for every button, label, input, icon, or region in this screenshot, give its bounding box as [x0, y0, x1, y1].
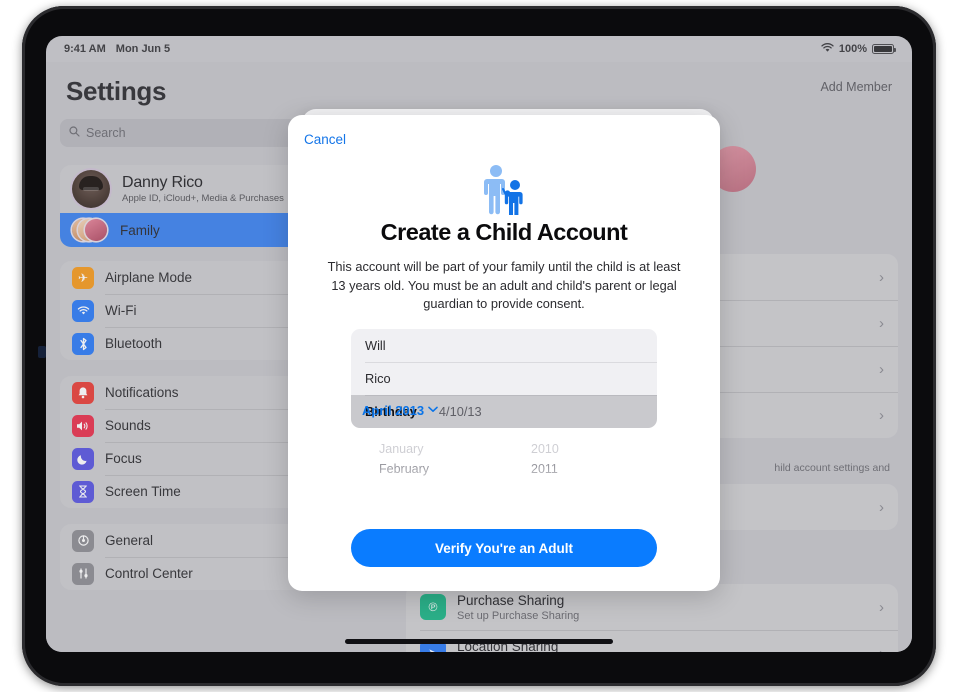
status-bar-right: 100%	[821, 42, 896, 56]
chevron-right-icon: ›	[879, 360, 884, 378]
first-name-field[interactable]: Will	[351, 329, 657, 362]
home-indicator	[345, 639, 613, 644]
account-subtitle: Apple ID, iCloud+, Media & Purchases	[122, 193, 284, 204]
month-year-picker-button[interactable]: April 2013	[362, 403, 438, 418]
device-frame: 9:41 AM Mon Jun 5 100% Settings Search D…	[22, 6, 936, 686]
avatar	[72, 170, 110, 208]
sheet-description: This account will be part of your family…	[327, 259, 681, 311]
wheel-fade-mask	[351, 467, 657, 501]
search-icon	[69, 126, 80, 140]
sidebar-item-label: Notifications	[105, 385, 179, 400]
sidebar-item-label: Control Center	[105, 566, 193, 581]
list-item-title: Purchase Sharing	[457, 592, 565, 608]
add-member-button[interactable]: Add Member	[820, 80, 892, 94]
status-bar: 9:41 AM Mon Jun 5 100%	[46, 36, 912, 62]
moon-icon	[72, 447, 94, 470]
purchase-icon: ℗	[420, 594, 446, 620]
hourglass-icon	[72, 480, 94, 503]
sidebar-item-label: Wi-Fi	[105, 303, 137, 318]
family-avatars	[72, 217, 110, 243]
airplane-icon: ✈	[72, 266, 94, 289]
list-item-subtitle: Set up Purchase Sharing	[457, 609, 580, 622]
search-placeholder: Search	[86, 126, 126, 140]
sidebar-item-label: Screen Time	[105, 484, 181, 499]
status-bar-left: 9:41 AM Mon Jun 5	[64, 43, 170, 55]
first-name-value: Will	[365, 338, 386, 353]
battery-percent-label: 100%	[838, 43, 867, 55]
sheet-title: Create a Child Account	[380, 219, 628, 245]
last-name-value: Rico	[365, 371, 391, 386]
gear-icon	[72, 529, 94, 552]
sidebar-item-label: General	[105, 533, 154, 548]
battery-icon	[872, 44, 896, 54]
ipad-screen: 9:41 AM Mon Jun 5 100% Settings Search D…	[46, 36, 912, 652]
chevron-down-icon	[428, 405, 438, 416]
speaker-icon	[72, 414, 94, 437]
verify-adult-button[interactable]: Verify You're an Adult	[351, 529, 657, 567]
sidebar-item-label: Focus	[105, 451, 142, 466]
chevron-right-icon: ›	[879, 268, 884, 286]
page-title: Settings	[66, 76, 167, 106]
wheel-item-month[interactable]: January	[379, 439, 429, 459]
chevron-right-icon: ›	[879, 645, 884, 653]
last-name-field[interactable]: Rico	[351, 362, 657, 395]
wifi-icon	[821, 42, 834, 56]
date-picker-wheel[interactable]: January February 2010 2011	[351, 439, 657, 501]
parent-child-icon	[477, 163, 531, 219]
birthday-value: 4/10/13	[438, 404, 482, 419]
chevron-right-icon: ›	[879, 498, 884, 516]
wifi-icon	[72, 299, 94, 322]
wheel-item-year[interactable]: 2010	[531, 439, 559, 459]
bluetooth-icon	[72, 332, 94, 355]
chevron-right-icon: ›	[879, 406, 884, 424]
status-time: 9:41 AM	[64, 43, 106, 55]
month-year-label: April 2013	[362, 403, 425, 418]
sidebar-item-label: Sounds	[105, 418, 151, 433]
status-date: Mon Jun 5	[115, 43, 171, 55]
sidebar-item-label: Airplane Mode	[105, 270, 193, 285]
cancel-button[interactable]: Cancel	[304, 132, 346, 147]
sliders-icon	[72, 562, 94, 585]
device-side-mark	[38, 346, 46, 358]
chevron-right-icon: ›	[879, 598, 884, 616]
chevron-right-icon: ›	[879, 314, 884, 332]
bell-icon	[72, 381, 94, 404]
sidebar-item-label: Bluetooth	[105, 336, 163, 351]
account-name: Danny Rico	[122, 174, 203, 191]
create-child-account-sheet: Cancel Create a Child Account This accou…	[288, 115, 720, 591]
sidebar-item-label-family: Family	[120, 222, 160, 238]
